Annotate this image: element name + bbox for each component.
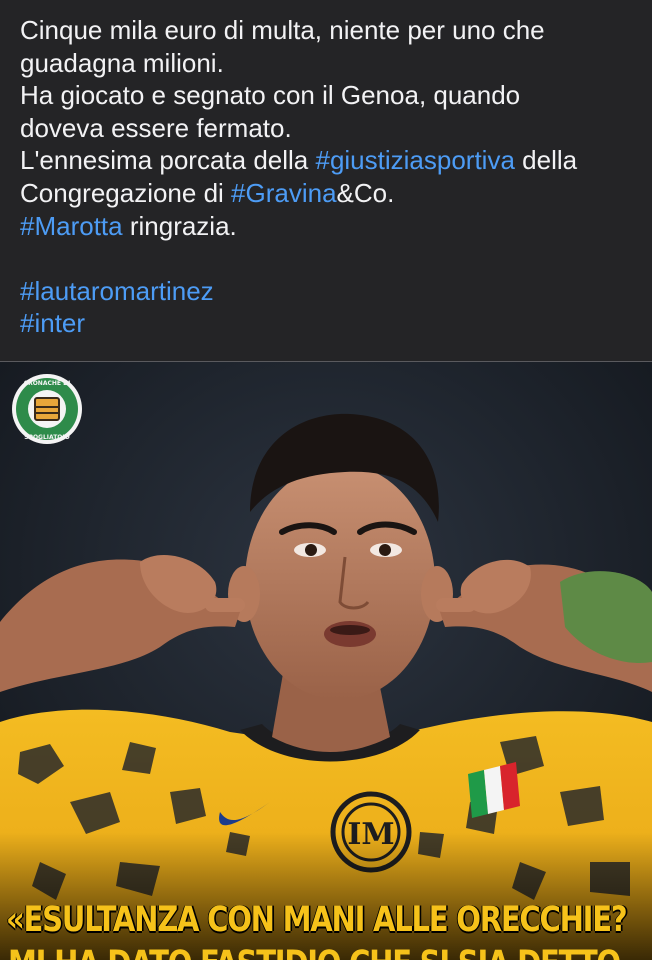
text-segment: &Co. [336,177,395,208]
hashtag-inter[interactable]: #inter [20,307,640,340]
post-text-line: Ha giocato e segnato con il Genoa, quand… [20,80,521,111]
text-segment: L'ennesima porcata della [20,145,316,176]
post-text-line: #Marotta ringrazia. [20,210,640,243]
post-image[interactable]: IM [0,362,652,960]
logo-text-top: CRONACHE DI [24,380,71,387]
hashtag-gravina[interactable]: #Gravina [231,178,337,208]
hashtag-marotta[interactable]: #Marotta [20,211,123,241]
hashtag-lautaromartinez[interactable]: #lautaromartinez [20,275,640,308]
headline-line-1: «ESULTANZA CON MANI ALLE ORECCHIE? [6,900,628,940]
post-text-line: Congregazione di #Gravina&Co. [20,177,640,210]
post-text-line: Cinque mila euro di multa, niente per un… [20,15,545,45]
post-text-line: doveva essere fermato. [20,112,292,143]
post-body: Cinque mila euro di multa, niente per un… [20,14,640,340]
text-segment: della [514,145,578,176]
post-text-line: guadagna milioni. [20,47,224,78]
post-text-line: L'ennesima porcata della #giustiziasport… [20,144,640,177]
cronache-di-spogliatoio-logo-icon: CRONACHE DI SPOGLIATOIO [12,374,82,444]
player-illustration: IM [0,362,652,960]
headline-line-2: MI HA DATO FASTIDIO CHE SI SIA DETTO [8,944,621,960]
text-segment: Congregazione di [20,177,232,208]
headline-caption: «ESULTANZA CON MANI ALLE ORECCHIE? MI HA… [0,894,652,960]
hashtag-giustiziasportiva[interactable]: #giustiziasportiva [315,145,514,175]
facebook-post: Cinque mila euro di multa, niente per un… [0,0,652,960]
text-segment: ringrazia. [122,210,237,241]
logo-text-bottom: SPOGLIATOIO [24,434,70,441]
